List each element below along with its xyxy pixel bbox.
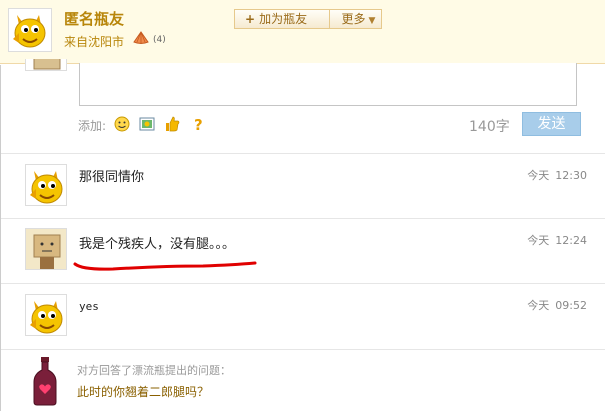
divider (1, 153, 605, 154)
more-label: 更多 (341, 12, 366, 26)
message-time: 今天 12:24 (527, 232, 587, 248)
message-clock: 12:24 (555, 234, 587, 247)
emoji-icon[interactable] (113, 115, 131, 133)
shell-count: (4) (153, 35, 166, 45)
message-clock: 09:52 (555, 299, 587, 312)
message-avatar[interactable] (25, 228, 67, 270)
message-avatar[interactable] (25, 294, 67, 336)
user-location: 来自沈阳市 (64, 35, 125, 49)
message-text: 我是个残疾人，没有腿。。。 (79, 237, 236, 252)
box-avatar-icon (26, 229, 66, 269)
conversation-panel: 添加: ? 140字 发送 那很同情你 今天 12:30 我是个残疾人，没有腿。… (0, 59, 605, 411)
message-clock: 12:30 (555, 169, 587, 182)
bottle-question[interactable]: 此时的你翘着二郎腿吗？ (77, 383, 209, 400)
question-icon[interactable]: ? (190, 115, 208, 133)
add-friend-label: 加为瓶友 (259, 12, 308, 26)
red-underline-annotation (73, 261, 257, 271)
chevron-down-icon: ▼ (368, 16, 376, 26)
add-label: 添加: (78, 119, 107, 133)
shell-icon (133, 31, 149, 44)
message-day: 今天 (527, 169, 550, 182)
box-avatar-icon (33, 59, 61, 70)
fish-avatar-icon (30, 171, 63, 204)
plus-icon: + (245, 12, 256, 26)
message-time: 今天 09:52 (527, 297, 587, 313)
divider (1, 349, 605, 350)
char-count: 140字 (469, 119, 510, 135)
fish-avatar-icon (30, 301, 63, 334)
fish-avatar-icon (13, 15, 46, 48)
message-text: 那很同情你 (79, 170, 145, 185)
message-time: 今天 12:30 (527, 167, 587, 183)
more-button[interactable]: 更多 ▼ (329, 9, 382, 29)
divider (1, 283, 605, 284)
user-name[interactable]: 匿名瓶友 (64, 8, 124, 29)
message-day: 今天 (527, 234, 550, 247)
image-icon[interactable] (138, 115, 156, 133)
message-text: yes (79, 300, 99, 313)
profile-header: 匿名瓶友 来自沈阳市 (4) + 加为瓶友 更多 ▼ (0, 0, 605, 64)
divider (1, 218, 605, 219)
reply-textarea[interactable] (79, 63, 577, 106)
user-avatar[interactable] (8, 8, 52, 52)
thumbs-up-icon[interactable] (163, 115, 181, 133)
send-button[interactable]: 发送 (522, 112, 581, 136)
message-avatar[interactable] (25, 164, 67, 206)
message-day: 今天 (527, 299, 550, 312)
bottle-icon (33, 357, 57, 406)
bottle-answer-note: 对方回答了漂流瓶提出的问题： (77, 364, 231, 377)
svg-text:?: ? (194, 116, 203, 133)
compose-avatar (25, 59, 67, 71)
